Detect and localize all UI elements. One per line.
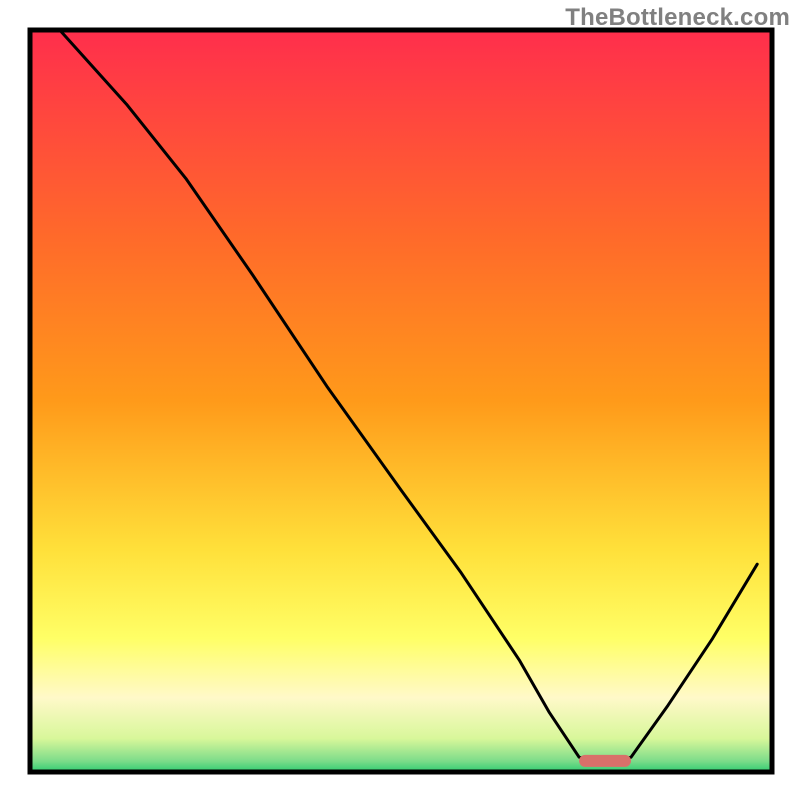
trough-marker — [579, 755, 631, 767]
gradient-background — [30, 30, 772, 772]
watermark-text: TheBottleneck.com — [565, 4, 790, 32]
chart-svg — [0, 0, 800, 800]
chart-container: TheBottleneck.com — [0, 0, 800, 800]
